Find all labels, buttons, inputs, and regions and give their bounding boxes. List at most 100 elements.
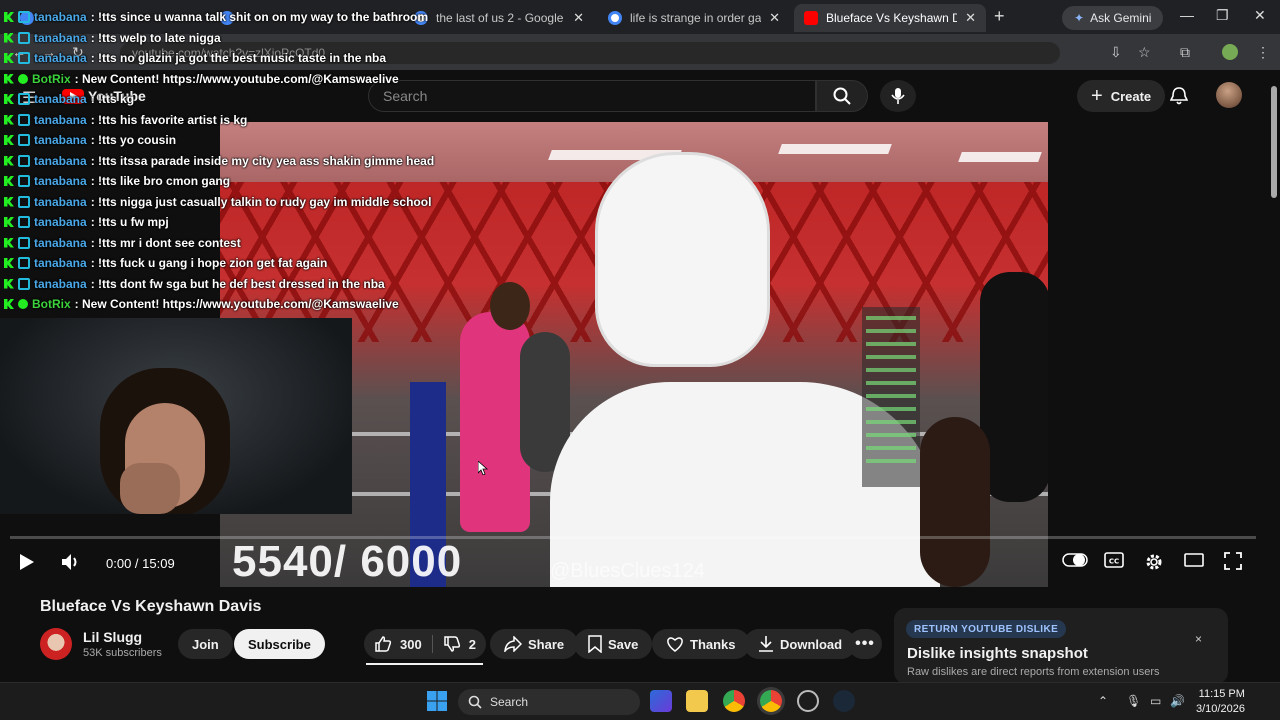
volume-button[interactable] (60, 552, 82, 572)
divider (431, 635, 433, 653)
notifications-button[interactable] (1170, 86, 1188, 106)
account-avatar[interactable] (1216, 82, 1242, 108)
channel-name[interactable]: Lil Slugg (83, 629, 142, 645)
steam-icon[interactable] (833, 690, 855, 712)
download-label: Download (780, 636, 843, 652)
kick-badge-icon (4, 53, 14, 63)
extension-badge: RETURN YOUTUBE DISLIKE (906, 620, 1067, 638)
subscriber-count: 53K subscribers (83, 647, 162, 659)
settings-button[interactable] (1144, 552, 1164, 572)
google-icon (608, 11, 622, 25)
obs-icon[interactable] (797, 690, 819, 712)
subscribe-button[interactable]: Subscribe (234, 629, 325, 659)
search-input[interactable]: Search (368, 80, 816, 112)
chat-message: tanabana: !tts his favorite artist is kg (4, 111, 247, 129)
svg-text:CC: CC (1109, 558, 1119, 566)
search-button[interactable] (816, 80, 868, 112)
theater-mode-button[interactable] (1184, 552, 1204, 568)
kick-badge-icon (4, 135, 14, 145)
autoplay-toggle-icon (1062, 553, 1088, 567)
chat-username: tanabana (34, 153, 87, 168)
chat-username: BotRix (32, 71, 71, 86)
search-icon (468, 695, 482, 709)
more-actions-button[interactable]: ••• (848, 629, 882, 659)
chrome-icon[interactable] (723, 690, 745, 712)
chat-text: : !tts mr i dont see contest (90, 235, 241, 250)
kick-badge-icon (4, 299, 14, 309)
join-button[interactable]: Join (178, 629, 233, 659)
chat-username: tanabana (34, 215, 87, 229)
subscribe-label: Subscribe (248, 636, 311, 652)
taskbar-clock[interactable]: 11:15 PM 3/10/2026 (1196, 687, 1245, 717)
close-window-icon[interactable]: ✕ (1254, 7, 1266, 24)
like-button[interactable]: 300 (374, 635, 422, 653)
autoplay-toggle[interactable] (1062, 552, 1088, 568)
tab-title: life is strange in order games - G (630, 11, 762, 25)
windows-start-icon[interactable] (426, 690, 448, 712)
play-button[interactable] (18, 552, 36, 572)
chat-text: : !tts dont fw sga but he def best dress… (90, 276, 385, 291)
download-button[interactable]: Download (744, 629, 857, 659)
search-icon (833, 87, 851, 105)
chat-username: tanabana (34, 112, 87, 127)
close-tab-icon[interactable]: ✕ (769, 10, 780, 26)
profile-icon[interactable] (1222, 44, 1238, 60)
tray-mic-icon[interactable]: 🎙 (1126, 694, 1141, 708)
chat-username: tanabana (34, 194, 87, 209)
chat-text: : !tts kg (90, 92, 135, 106)
close-tab-icon[interactable]: ✕ (573, 10, 584, 26)
video-embedded-chat (862, 307, 920, 487)
fullscreen-button[interactable] (1224, 552, 1242, 570)
maximize-icon[interactable]: ❐ (1216, 7, 1229, 24)
channel-avatar[interactable] (40, 628, 72, 660)
create-label: Create (1110, 88, 1152, 104)
tray-chevron-icon[interactable]: ⌃ (1098, 694, 1108, 708)
chrome-active-icon[interactable] (760, 690, 782, 712)
thanks-heart-icon (667, 637, 683, 652)
subscriber-badge-icon (18, 11, 30, 23)
scrollbar-thumb[interactable] (1271, 86, 1277, 198)
video-frame-light (778, 144, 892, 154)
bookmark-star-icon[interactable]: ☆ (1138, 44, 1151, 61)
store-icon[interactable] (650, 690, 672, 712)
kick-badge-icon (4, 32, 14, 43)
chat-username: tanabana (34, 51, 87, 65)
network-icon[interactable]: ▭ (1150, 694, 1161, 708)
dislike-button[interactable]: 2 (443, 635, 476, 653)
captions-button[interactable]: CC (1104, 552, 1124, 568)
ask-gemini-button[interactable]: ✦ Ask Gemini (1062, 6, 1164, 30)
join-label: Join (192, 636, 219, 652)
video-title: Blueface Vs Keyshawn Davis (40, 598, 262, 615)
browser-tab-4[interactable]: life is strange in order games - G ✕ (598, 4, 790, 32)
install-icon[interactable]: ⇩ (1110, 44, 1122, 61)
video-progress-bar[interactable] (10, 536, 1256, 539)
dislike-card-title: Dislike insights snapshot (907, 645, 1088, 662)
kick-badge-icon (4, 12, 14, 22)
close-tab-icon[interactable]: ✕ (965, 10, 976, 26)
file-explorer-icon[interactable] (686, 690, 708, 712)
webcam-person (120, 463, 180, 514)
new-tab-button[interactable]: + (994, 6, 1005, 27)
bookmark-icon (588, 635, 602, 653)
chat-username: tanabana (34, 174, 87, 188)
tab-title: Blueface Vs Keyshawn Davis - Y (826, 11, 958, 25)
browser-tab-active[interactable]: Blueface Vs Keyshawn Davis - Y ✕ (794, 4, 986, 32)
thanks-button[interactable]: Thanks (652, 629, 750, 659)
taskbar-search[interactable]: Search (458, 689, 640, 715)
chat-message: tanabana: !tts like bro cmon gang (4, 172, 230, 190)
close-icon[interactable]: × (1195, 632, 1202, 646)
windows-taskbar: Search ⌃ 🎙 ▭ 🔊 11:15 PM 3/10/2026 (0, 682, 1280, 720)
voice-search-button[interactable] (880, 80, 916, 112)
speaker-icon[interactable]: 🔊 (1170, 694, 1185, 708)
save-button[interactable]: Save (574, 629, 653, 659)
youtube-icon (804, 11, 818, 25)
extensions-icon[interactable]: ⧉ (1180, 44, 1190, 61)
menu-kebab-icon[interactable]: ⋮ (1256, 44, 1270, 61)
chat-message: tanabana: !tts nigga just casually talki… (4, 193, 431, 211)
page-scrollbar[interactable] (1268, 72, 1280, 680)
chat-text: : !tts u fw mpj (90, 215, 169, 229)
browser-tab-3[interactable]: the last of us 2 - Google Search ✕ (404, 4, 594, 32)
minimize-icon[interactable]: — (1180, 7, 1194, 23)
share-button[interactable]: Share (490, 629, 579, 659)
create-button[interactable]: + Create (1077, 80, 1166, 112)
